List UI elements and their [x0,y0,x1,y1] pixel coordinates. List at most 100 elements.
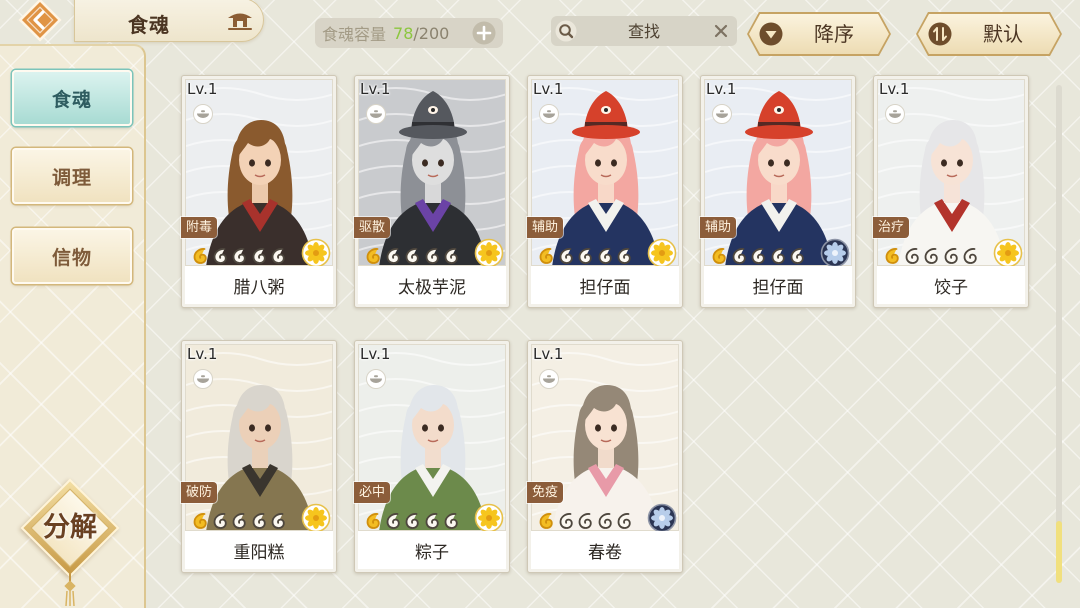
card-name: 重阳糕 [233,542,285,563]
card-name: 粽子 [415,542,449,563]
food-soul-card[interactable]: Lv.1 免疫 春卷 [527,340,683,573]
star-row [884,247,978,264]
card-name: 太极芋泥 [398,277,466,298]
star-flame-empty-icon [770,247,786,264]
gold-flower-icon [993,238,1023,268]
star-flame-filled-icon [538,512,554,529]
skill-tag: 治疗 [873,217,909,238]
star-flame-empty-icon [251,247,267,264]
food-soul-card[interactable]: Lv.1 辅助 担仔面 [527,75,683,308]
gold-flower-icon [474,503,504,533]
star-flame-empty-icon [424,247,440,264]
star-flame-empty-icon [231,512,247,529]
scrollbar-track[interactable] [1056,85,1062,583]
star-flame-empty-icon [731,247,747,264]
skill-tag: 附毒 [181,217,217,238]
dish-type-icon [539,369,559,389]
gold-flower-icon [301,503,331,533]
skill-tag: 免疫 [527,482,563,503]
card-name: 担仔面 [579,277,631,298]
sort-order-label: 降序 [814,22,854,46]
star-flame-empty-icon [404,247,420,264]
dish-type-icon [885,104,905,124]
card-grid: Lv.1 附毒 腊八粥 Lv.1 驱散 太极芋泥 Lv.1 辅助 担仔面 Lv.… [181,75,1029,573]
star-flame-empty-icon [270,247,286,264]
star-flame-empty-icon [443,247,459,264]
search-icon [555,20,577,42]
star-flame-filled-icon [365,247,381,264]
triangle-down-icon [759,22,783,46]
food-soul-card[interactable]: Lv.1 附毒 腊八粥 [181,75,337,308]
pavilion-icon[interactable] [227,9,253,31]
star-flame-empty-icon [616,512,632,529]
food-soul-card[interactable]: Lv.1 必中 粽子 [354,340,510,573]
skill-tag: 驱散 [354,217,390,238]
sidebar-tab-training[interactable]: 调理 [12,148,132,204]
star-flame-empty-icon [597,247,613,264]
star-flame-empty-icon [231,247,247,264]
star-flame-empty-icon [750,247,766,264]
tassel-ornament [64,570,76,606]
dish-type-icon [366,104,386,124]
sidebar-tab-food-souls[interactable]: 食魂 [12,70,132,126]
capacity-current: 78 [393,23,414,43]
card-name: 担仔面 [752,277,804,298]
skill-tag: 破防 [181,482,217,503]
dish-type-icon [539,104,559,124]
star-row [365,247,459,264]
sort-order-button[interactable]: 降序 [747,12,891,56]
name-strip: 腊八粥 [185,266,333,304]
decompose-button[interactable]: 分解 [20,478,120,578]
star-flame-empty-icon [212,247,228,264]
star-flame-empty-icon [443,512,459,529]
sort-arrows-icon [928,22,952,46]
sidebar-tab-tokens[interactable]: 信物 [12,228,132,284]
plus-icon[interactable] [472,21,496,45]
dish-type-icon [712,104,732,124]
food-soul-card[interactable]: Lv.1 辅助 担仔面 [700,75,856,308]
star-flame-empty-icon [270,512,286,529]
level-label: Lv.1 [879,80,910,98]
sort-mode-button[interactable]: 默认 [916,12,1062,56]
back-button[interactable] [16,0,64,44]
name-strip: 粽子 [358,531,506,569]
search-box[interactable] [551,16,737,46]
star-flame-empty-icon [251,512,267,529]
food-soul-card[interactable]: Lv.1 治疗 饺子 [873,75,1029,308]
search-input[interactable] [579,16,709,46]
star-row [711,247,805,264]
level-label: Lv.1 [360,345,391,363]
star-row [192,512,286,529]
level-label: Lv.1 [706,80,737,98]
star-flame-empty-icon [616,247,632,264]
sidebar-tab-label: 信物 [51,246,92,269]
level-label: Lv.1 [360,80,391,98]
page-title: 食魂 [128,13,170,37]
dish-type-icon [193,369,213,389]
capacity-max: /200 [413,23,450,43]
close-icon[interactable] [714,24,728,38]
star-flame-empty-icon [558,247,574,264]
star-flame-empty-icon [577,247,593,264]
level-label: Lv.1 [187,80,218,98]
capacity-display: 食魂容量 78 /200 [315,18,503,48]
star-flame-empty-icon [962,247,978,264]
star-flame-empty-icon [424,512,440,529]
food-soul-card[interactable]: Lv.1 驱散 太极芋泥 [354,75,510,308]
back-arrow-icon [18,0,62,42]
star-flame-empty-icon [923,247,939,264]
card-name: 春卷 [588,542,622,563]
name-strip: 饺子 [877,266,1025,304]
name-strip: 春卷 [531,531,679,569]
skill-tag: 必中 [354,482,390,503]
skill-tag: 辅助 [700,217,736,238]
star-row [538,512,632,529]
star-flame-empty-icon [385,247,401,264]
scrollbar-thumb[interactable] [1056,521,1062,583]
decompose-label: 分解 [43,512,97,543]
skill-tag: 辅助 [527,217,563,238]
food-soul-card[interactable]: Lv.1 破防 重阳糕 [181,340,337,573]
name-strip: 担仔面 [531,266,679,304]
star-flame-empty-icon [558,512,574,529]
level-label: Lv.1 [187,345,218,363]
